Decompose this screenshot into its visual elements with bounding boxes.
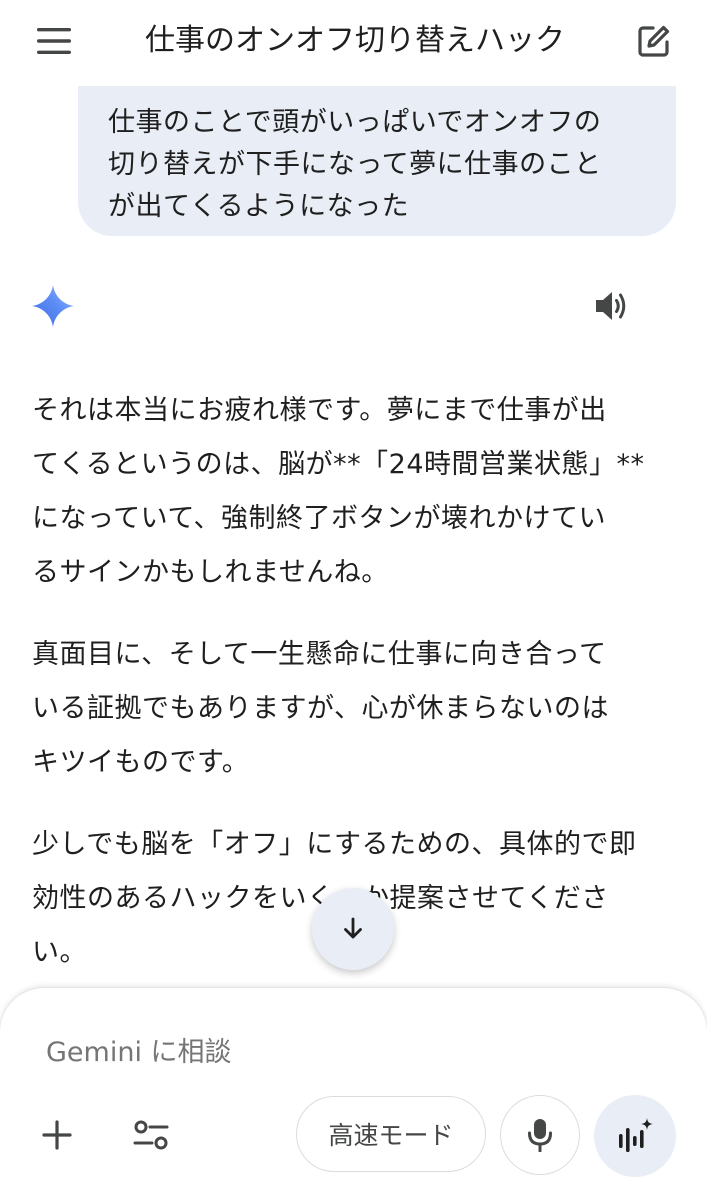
edit-icon — [638, 25, 670, 57]
prompt-input[interactable] — [46, 1028, 646, 1076]
hamburger-menu-icon — [37, 28, 71, 54]
scroll-to-bottom-button[interactable] — [312, 888, 394, 970]
gemini-chat-screen: 仕事のオンオフ切り替えハック 仕事のことで頭がいっぱいでオンオフの 切り替えが下… — [0, 0, 707, 1200]
user-message-text: 仕事のことで頭がいっぱいでオンオフの 切り替えが下手になって夢に仕事のこと が出… — [108, 107, 602, 222]
new-chat-button[interactable] — [628, 18, 680, 64]
chat-title[interactable]: 仕事のオンオフ切り替えハック — [100, 16, 610, 66]
menu-button[interactable] — [28, 20, 80, 62]
mode-selector-button[interactable]: 高速モード — [296, 1096, 486, 1172]
voice-input-button[interactable] — [500, 1095, 580, 1175]
tools-icon — [133, 1120, 169, 1150]
add-attachment-button[interactable] — [30, 1108, 84, 1162]
live-waveform-icon — [619, 1118, 653, 1152]
microphone-icon — [528, 1119, 552, 1152]
user-message-bubble: 仕事のことで頭がいっぱいでオンオフの 切り替えが下手になって夢に仕事のこと が出… — [78, 86, 676, 236]
response-paragraph: 真面目に、そして一生懸命に仕事に向き合って いる証拠でもありますが、心が休まらな… — [32, 639, 609, 778]
response-paragraph: それは本当にお疲れ様です。夢にまで仕事が出 てくるというのは、脳が**「24時間… — [32, 395, 645, 588]
plus-icon — [42, 1120, 72, 1150]
live-mode-button[interactable] — [594, 1095, 676, 1177]
speaker-icon — [596, 292, 626, 320]
prompt-composer: 高速モード — [0, 988, 707, 1200]
gemini-sparkle-icon — [32, 285, 74, 327]
top-app-bar: 仕事のオンオフ切り替えハック — [0, 0, 707, 86]
tools-button[interactable] — [124, 1108, 178, 1162]
read-aloud-button[interactable] — [588, 283, 636, 329]
arrow-down-icon — [344, 917, 362, 939]
